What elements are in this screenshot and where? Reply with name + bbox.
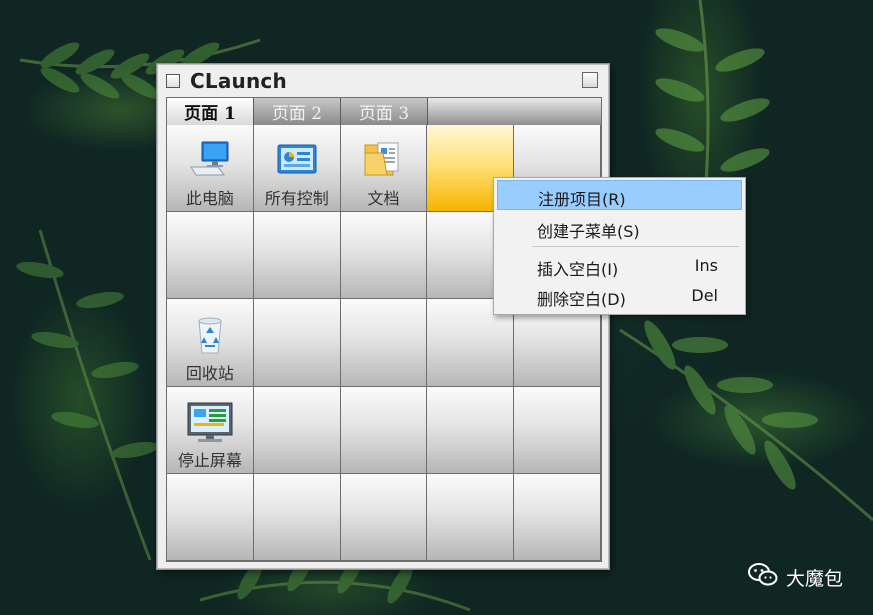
launcher-cell-empty[interactable] <box>340 386 428 474</box>
menu-item-create-submenu[interactable]: 创建子菜单(S) <box>497 213 742 243</box>
menu-item-register[interactable]: 注册项目(R) <box>497 180 742 210</box>
launcher-cell-empty[interactable] <box>253 386 341 474</box>
launcher-cell-documents[interactable]: 文档 <box>340 125 428 213</box>
maximize-icon[interactable] <box>582 72 598 88</box>
window-menu-icon[interactable] <box>166 74 180 88</box>
computer-icon <box>188 139 232 183</box>
launcher-panel: 页面 1 页面 2 页面 3 此电脑 所有控制 文档 回收站 停止屏幕 <box>166 97 602 562</box>
claunch-window: CLaunch 页面 1 页面 2 页面 3 此电脑 所有控制 文档 回收站 停… <box>157 64 609 569</box>
menu-item-label: 创建子菜单(S) <box>537 222 640 241</box>
tab-page-2[interactable]: 页面 2 <box>254 98 341 125</box>
menu-item-label: 注册项目(R) <box>538 190 626 209</box>
launcher-cell-empty[interactable] <box>253 212 341 300</box>
launcher-item-label: 回收站 <box>185 363 234 383</box>
menu-item-label: 删除空白(D) <box>537 290 626 309</box>
title-bar[interactable]: CLaunch <box>158 65 608 96</box>
tab-bar-empty <box>428 98 601 125</box>
window-title: CLaunch <box>190 69 287 93</box>
menu-item-insert-blank[interactable]: 插入空白(I) Ins <box>497 251 742 281</box>
context-menu: 注册项目(R) 创建子菜单(S) 插入空白(I) Ins 删除空白(D) Del <box>493 177 746 315</box>
launcher-cell-empty[interactable] <box>427 386 515 474</box>
launcher-cell-stop-screen[interactable]: 停止屏幕 <box>167 386 254 474</box>
launcher-cell-control-panel[interactable]: 所有控制 <box>253 125 341 213</box>
menu-item-shortcut: Ins <box>694 256 718 275</box>
control-panel-icon <box>275 139 319 183</box>
launcher-cell-empty[interactable] <box>340 212 428 300</box>
screen-monitor-icon <box>186 401 234 449</box>
launcher-cell-empty[interactable] <box>340 299 428 387</box>
wechat-icon <box>747 562 778 593</box>
launcher-cell-empty[interactable] <box>514 386 601 474</box>
launcher-cell-empty[interactable] <box>253 473 341 561</box>
watermark: 大魔包 <box>747 562 843 593</box>
tab-page-1[interactable]: 页面 1 <box>167 98 254 125</box>
launcher-item-label: 停止屏幕 <box>177 450 242 470</box>
menu-item-delete-blank[interactable]: 删除空白(D) Del <box>497 281 742 311</box>
documents-folder-icon <box>361 139 405 183</box>
launcher-cell-this-pc[interactable]: 此电脑 <box>167 125 254 213</box>
launcher-cell-recycle-bin[interactable]: 回收站 <box>167 299 254 387</box>
menu-item-label: 插入空白(I) <box>537 260 619 279</box>
launcher-item-label: 文档 <box>367 189 400 209</box>
launcher-item-label: 此电脑 <box>185 189 234 209</box>
recycle-bin-icon <box>188 313 232 361</box>
launcher-cell-empty[interactable] <box>253 299 341 387</box>
launcher-cell-empty[interactable] <box>167 212 254 300</box>
launcher-cell-empty[interactable] <box>427 473 515 561</box>
menu-separator <box>532 246 739 247</box>
watermark-text: 大魔包 <box>785 568 843 590</box>
page-tabs: 页面 1 页面 2 页面 3 <box>167 98 601 125</box>
launcher-cell-empty[interactable] <box>514 473 601 561</box>
launcher-cell-empty[interactable] <box>340 473 428 561</box>
launcher-item-label: 所有控制 <box>264 189 329 209</box>
launcher-cell-empty[interactable] <box>167 473 254 561</box>
tab-page-3[interactable]: 页面 3 <box>341 98 428 125</box>
menu-item-shortcut: Del <box>691 286 718 305</box>
